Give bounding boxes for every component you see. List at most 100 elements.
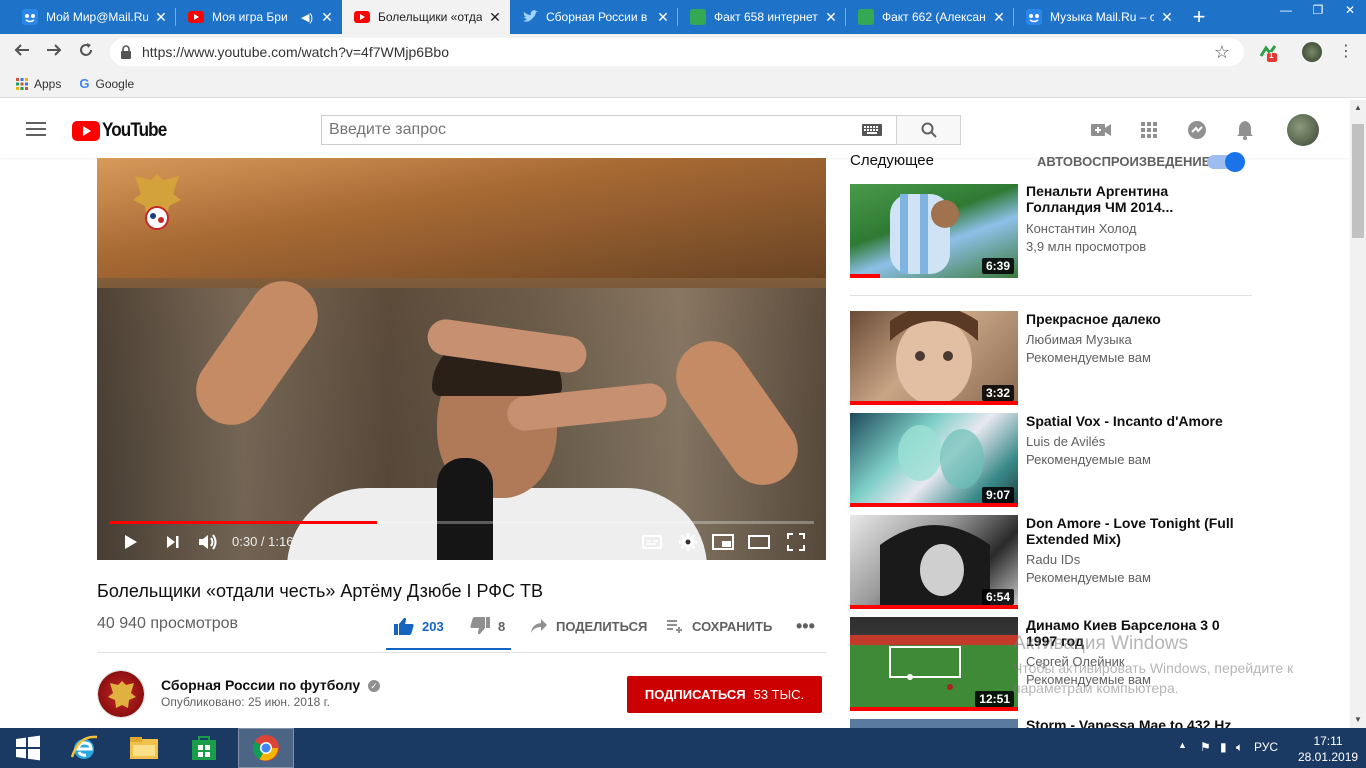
share-button[interactable]: ПОДЕЛИТЬСЯ [530,616,647,636]
subscribe-button[interactable]: ПОДПИСАТЬСЯ 53 ТЫС. [627,676,822,713]
back-button[interactable] [10,40,34,64]
sidebar-channel-name[interactable]: Любимая Музыка [1026,332,1132,347]
tab-close-icon[interactable]: ✕ [992,9,1006,26]
sidebar-video-title[interactable]: Don Amore - Love Tonight (Full Extended … [1026,515,1236,547]
mailru-icon [22,9,38,25]
channel-avatar[interactable] [97,670,145,718]
sidebar-channel-name[interactable]: Luis de Avilés [1026,434,1105,449]
sidebar-video-title[interactable]: Пенальти Аргентина Голландия ЧМ 2014... [1026,183,1236,215]
address-bar[interactable]: https://www.youtube.com/watch?v=4f7WMjp6… [110,38,1244,66]
create-video-icon[interactable] [1090,119,1112,141]
search-input[interactable] [322,116,862,144]
messages-icon[interactable] [1186,119,1208,141]
channel-name[interactable]: Сборная России по футболу ✓ [161,677,381,693]
tray-chevron-icon[interactable]: ▲ [1178,740,1187,750]
scroll-down-icon[interactable]: ▼ [1350,712,1366,728]
like-button[interactable]: 203 [394,616,444,636]
next-button[interactable] [163,530,183,554]
taskbar-clock[interactable]: 17:11 28.01.2019 [1298,733,1358,765]
restore-button[interactable]: ❐ [1302,0,1334,22]
apps-grid-icon[interactable] [1138,119,1160,141]
search-button[interactable] [896,115,961,145]
autoplay-toggle[interactable] [1207,152,1245,172]
bookmark-google[interactable]: G Google [79,76,134,91]
video-thumbnail[interactable]: 3:32 [850,311,1018,405]
profile-avatar[interactable] [1302,42,1322,62]
forward-button[interactable] [42,40,66,64]
sidebar-video-meta: Рекомендуемые вам [1026,452,1151,467]
miniplayer-icon [712,534,734,550]
dislike-count: 8 [498,618,506,634]
sidebar-channel-name[interactable]: Константин Холод [1026,221,1136,236]
more-actions-icon[interactable]: ••• [796,616,815,636]
tab-close-icon[interactable]: ✕ [656,9,670,26]
video-thumbnail[interactable]: 6:39 [850,184,1018,278]
tab-youtube-game[interactable]: Моя игра Бри ◀) ✕ [176,0,342,34]
tab-twitter[interactable]: Сборная России в ✕ [510,0,678,34]
tab-close-icon[interactable]: ✕ [320,9,334,26]
tab-doc-658[interactable]: Факт 658 интернет ✕ [678,0,846,34]
user-avatar[interactable] [1287,114,1319,146]
bell-icon[interactable] [1234,119,1256,141]
tab-title: Сборная России в [546,10,648,24]
file-explorer-icon[interactable] [116,728,172,768]
play-button[interactable] [121,530,141,554]
scroll-up-icon[interactable]: ▲ [1350,100,1366,116]
flag-icon[interactable]: ⚑ [1200,740,1211,754]
tab-doc-662[interactable]: Факт 662 (Алексан ✕ [846,0,1014,34]
tab-music-mailru[interactable]: Музыка Mail.Ru – с ✕ [1014,0,1182,34]
video-player[interactable]: 0:30 / 1:16 [97,158,826,560]
chrome-taskbar-icon[interactable] [238,728,294,768]
settings-button[interactable] [677,530,699,554]
start-button[interactable] [0,728,56,768]
tab-close-icon[interactable]: ✕ [488,9,502,26]
sidebar-video-title[interactable]: Прекрасное далеко [1026,311,1236,327]
new-tab-button[interactable]: + [1186,4,1212,30]
theater-mode-button[interactable] [747,530,771,554]
video-thumbnail[interactable] [850,719,1018,728]
speaker-icon[interactable]: ◀) [300,11,314,24]
extension-icon[interactable]: 1 [1258,42,1278,62]
tab-close-icon[interactable]: ✕ [824,9,838,26]
speaker-tray-icon[interactable]: 🔈︎ [1236,740,1243,755]
youtube-icon [354,9,370,25]
menu-kebab-icon[interactable]: ⋮ [1334,40,1358,64]
dislike-button[interactable]: 8 [470,616,505,636]
watched-progress [850,503,1018,507]
tab-close-icon[interactable]: ✕ [154,9,168,26]
video-progress-bar[interactable] [109,521,814,524]
internet-explorer-icon[interactable] [56,728,112,768]
keyboard-icon[interactable] [862,124,882,136]
youtube-logo[interactable]: YouTube [72,120,173,142]
sidebar-channel-name[interactable]: Radu IDs [1026,552,1080,567]
video-thumbnail[interactable]: 12:51 [850,617,1018,711]
minimize-button[interactable]: — [1270,0,1302,22]
playlist-add-icon [667,620,682,633]
doc-icon [690,9,706,25]
subtitles-button[interactable] [641,530,663,554]
search-box [321,115,897,145]
language-indicator[interactable]: РУС [1254,740,1278,754]
bookmark-star-icon[interactable]: ☆ [1214,42,1230,63]
progress-played [109,521,377,524]
reload-button[interactable] [74,40,98,64]
fullscreen-button[interactable] [785,530,807,554]
video-thumbnail[interactable]: 9:07 [850,413,1018,507]
share-label: ПОДЕЛИТЬСЯ [556,618,648,634]
play-icon [125,535,137,549]
network-icon[interactable]: ▮ [1220,740,1227,754]
sidebar-video-title[interactable]: Spatial Vox - Incanto d'Amore [1026,413,1236,429]
tab-mailru[interactable]: Мой Мир@Mail.Ru ✕ [10,0,176,34]
tab-active-video[interactable]: Болельщики «отда ✕ [342,0,510,34]
store-icon[interactable] [176,728,232,768]
tab-close-icon[interactable]: ✕ [1160,9,1174,26]
bookmark-apps[interactable]: Apps [16,77,61,91]
volume-button[interactable] [197,530,219,554]
hamburger-menu-icon[interactable] [26,122,46,136]
scrollbar-thumb[interactable] [1352,124,1364,238]
miniplayer-button[interactable] [711,530,735,554]
video-thumbnail[interactable]: 6:54 [850,515,1018,609]
sidebar-video-title[interactable]: Storm - Vanessa Mae to 432 Hz [1026,717,1236,728]
close-window-button[interactable]: ✕ [1334,0,1366,22]
save-button[interactable]: СОХРАНИТЬ [666,616,772,636]
